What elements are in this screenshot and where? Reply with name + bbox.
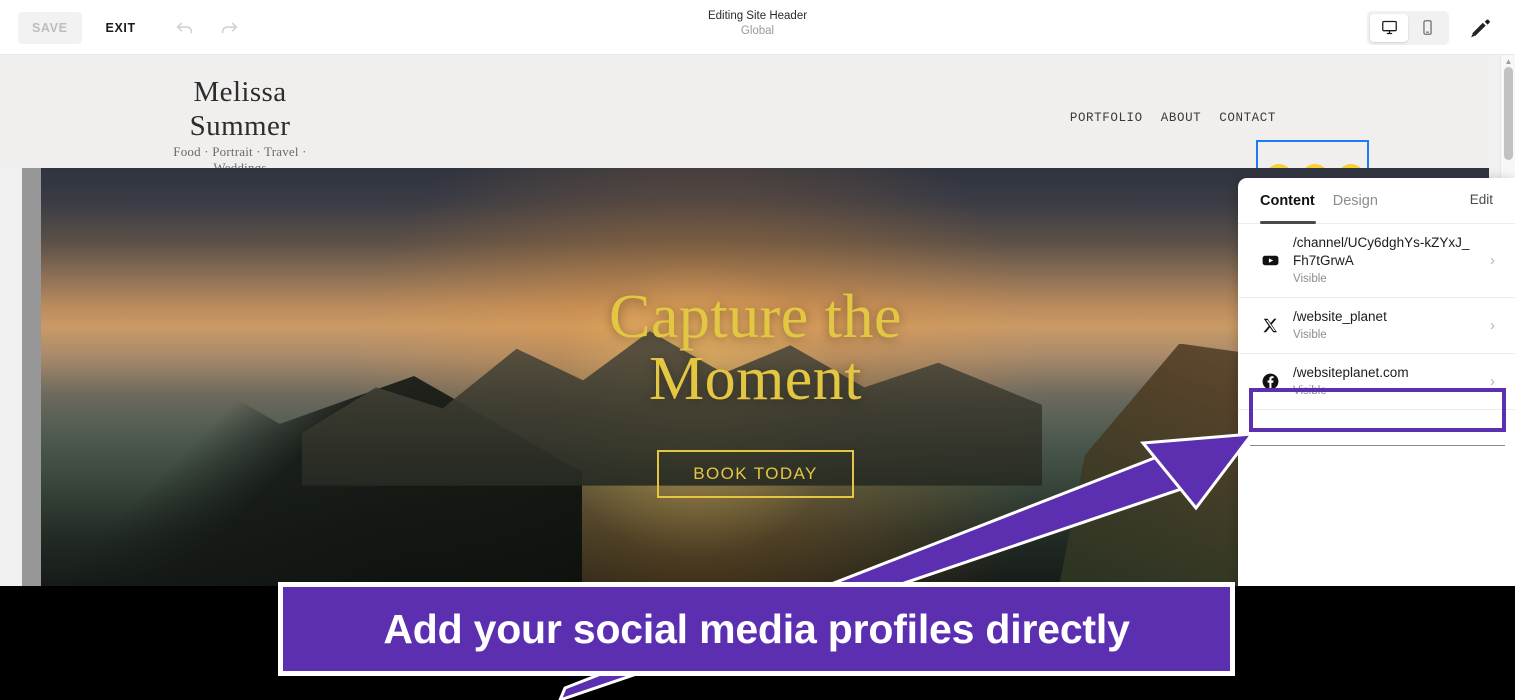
edit-button[interactable]: Edit — [1470, 192, 1493, 207]
visibility-status: Visible — [1293, 385, 1327, 397]
scroll-up-arrow-icon[interactable]: ▲ — [1504, 58, 1513, 66]
element-settings-panel: Content Design Edit /channel/UCy6dghYs-k… — [1238, 178, 1515, 586]
paintbrush-icon[interactable] — [1465, 11, 1499, 45]
list-item[interactable]: /websiteplanet.com Visible › — [1238, 354, 1515, 410]
chevron-right-icon[interactable]: › — [1484, 252, 1495, 269]
site-builder-window: SAVE EXIT Editing Site Header Global Mel… — [0, 0, 1515, 586]
list-item[interactable]: /website_planet Visible › — [1238, 298, 1515, 354]
site-logo[interactable]: Melissa Summer Food · Portrait · Travel … — [148, 75, 332, 176]
list-item-text: /websiteplanet.com Visible — [1293, 364, 1472, 399]
device-preview-toggle — [1367, 10, 1449, 45]
site-header-section[interactable]: Melissa Summer Food · Portrait · Travel … — [0, 55, 1489, 211]
toolbar-right-group — [1367, 0, 1499, 55]
exit-button[interactable]: EXIT — [92, 12, 150, 44]
social-link-url: /websiteplanet.com — [1293, 365, 1409, 380]
canvas-scrollbar-thumb[interactable] — [1504, 67, 1513, 160]
list-item[interactable]: /channel/UCy6dghYs-kZYxJ_Fh7tGrwA Visibl… — [1238, 224, 1515, 298]
visibility-status: Visible — [1293, 329, 1327, 341]
panel-tab-bar: Content Design Edit — [1238, 178, 1515, 224]
undo-arrow-icon[interactable] — [168, 11, 202, 45]
list-item-text: /channel/UCy6dghYs-kZYxJ_Fh7tGrwA Visibl… — [1293, 234, 1472, 287]
desktop-view-button[interactable] — [1370, 13, 1408, 42]
list-item-text: /website_planet Visible — [1293, 308, 1472, 343]
chevron-right-icon[interactable]: › — [1484, 317, 1495, 334]
youtube-icon — [1260, 251, 1281, 270]
logo-name-text: Melissa Summer — [189, 76, 291, 142]
nav-link-contact[interactable]: CONTACT — [1219, 111, 1276, 125]
site-navigation: PORTFOLIO ABOUT CONTACT — [1070, 111, 1276, 125]
tab-design[interactable]: Design — [1333, 193, 1378, 209]
nav-link-portfolio[interactable]: PORTFOLIO — [1070, 111, 1143, 125]
chevron-right-icon[interactable]: › — [1484, 373, 1495, 390]
tab-content[interactable]: Content — [1260, 193, 1315, 209]
nav-link-about[interactable]: ABOUT — [1161, 111, 1202, 125]
book-today-button[interactable]: BOOK TODAY — [657, 450, 854, 498]
facebook-icon — [1260, 372, 1281, 391]
redo-arrow-icon[interactable] — [212, 11, 246, 45]
add-social-profile-row[interactable] — [1250, 410, 1505, 446]
visibility-status: Visible — [1293, 273, 1327, 285]
editor-toolbar: SAVE EXIT Editing Site Header Global — [0, 0, 1515, 55]
annotation-caption-text: Add your social media profiles directly — [383, 605, 1130, 652]
social-link-url: /website_planet — [1293, 309, 1387, 324]
save-button[interactable]: SAVE — [18, 11, 82, 44]
toolbar-left-group: SAVE EXIT — [18, 0, 246, 55]
undo-redo-group — [168, 11, 246, 45]
annotation-caption-banner: Add your social media profiles directly — [278, 582, 1235, 676]
social-link-url: /channel/UCy6dghYs-kZYxJ_Fh7tGrwA — [1293, 235, 1470, 268]
mobile-view-button[interactable] — [1408, 14, 1446, 42]
x-twitter-icon — [1260, 317, 1281, 334]
